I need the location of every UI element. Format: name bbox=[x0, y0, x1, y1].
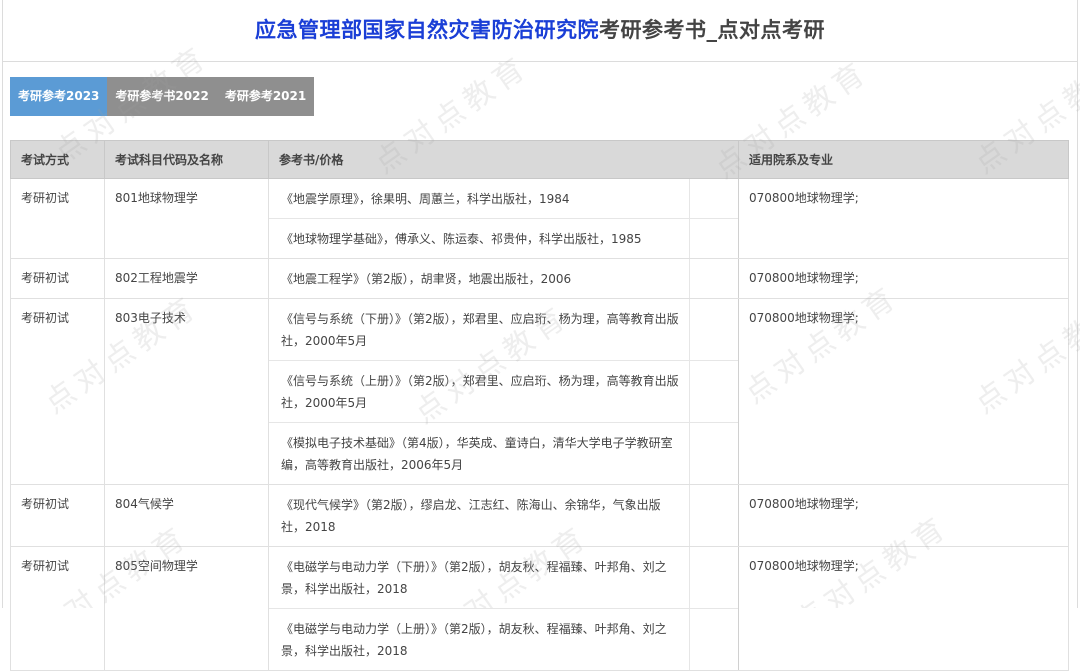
cell-subject: 802工程地震学 bbox=[104, 258, 269, 299]
book-price bbox=[690, 259, 738, 298]
cell-exam-mode: 考研初试 bbox=[10, 178, 105, 259]
cell-major: 070800地球物理学; bbox=[738, 258, 1069, 299]
book-entry: 《信号与系统（下册）》（第2版），郑君里、应启珩、杨为理，高等教育出版社，200… bbox=[269, 299, 738, 361]
book-text: 《电磁学与电动力学（下册）》（第2版），胡友秋、程福臻、叶邦角、刘之景，科学出版… bbox=[269, 547, 690, 608]
book-price bbox=[690, 485, 738, 546]
table-row: 考研初试 803电子技术 《信号与系统（下册）》（第2版），郑君里、应启珩、杨为… bbox=[10, 298, 1069, 485]
cell-exam-mode: 考研初试 bbox=[10, 484, 105, 547]
cell-exam-mode: 考研初试 bbox=[10, 298, 105, 485]
book-text: 《模拟电子技术基础》（第4版），华英成、童诗白，清华大学电子学教研室编，高等教育… bbox=[269, 423, 690, 484]
header-exam-mode: 考试方式 bbox=[10, 140, 105, 179]
cell-major: 070800地球物理学; bbox=[738, 546, 1069, 671]
book-text: 《信号与系统（下册）》（第2版），郑君里、应启珩、杨为理，高等教育出版社，200… bbox=[269, 299, 690, 360]
cell-exam-mode: 考研初试 bbox=[10, 546, 105, 671]
book-entry: 《模拟电子技术基础》（第4版），华英成、童诗白，清华大学电子学教研室编，高等教育… bbox=[269, 423, 738, 484]
table-row: 考研初试 801地球物理学 《地震学原理》，徐果明、周蕙兰，科学出版社，1984… bbox=[10, 178, 1069, 259]
book-text: 《现代气候学》（第2版），缪启龙、江志红、陈海山、余锦华，气象出版社，2018 bbox=[269, 485, 690, 546]
reference-book-table: 考试方式 考试科目代码及名称 参考书/价格 适用院系及专业 考研初试 801地球… bbox=[10, 140, 1069, 671]
book-entry: 《地震学原理》，徐果明、周蕙兰，科学出版社，1984 bbox=[269, 179, 738, 219]
book-price bbox=[690, 299, 738, 360]
title-suffix: 考研参考书_点对点考研 bbox=[599, 18, 825, 42]
table-header-row: 考试方式 考试科目代码及名称 参考书/价格 适用院系及专业 bbox=[10, 140, 1069, 179]
book-entry: 《现代气候学》（第2版），缪启龙、江志红、陈海山、余锦华，气象出版社，2018 bbox=[269, 485, 738, 546]
book-entry: 《地震工程学》（第2版），胡聿贤，地震出版社，2006 bbox=[269, 259, 738, 298]
book-entry: 《信号与系统（上册）》（第2版），郑君里、应启珩、杨为理，高等教育出版社，200… bbox=[269, 361, 738, 423]
book-price bbox=[690, 423, 738, 484]
cell-books: 《地震工程学》（第2版），胡聿贤，地震出版社，2006 bbox=[268, 258, 739, 299]
page-header: 应急管理部国家自然灾害防治研究院考研参考书_点对点考研 bbox=[3, 0, 1077, 62]
book-entry: 《地球物理学基础》，傅承义、陈运泰、祁贵仲，科学出版社，1985 bbox=[269, 219, 738, 258]
cell-major: 070800地球物理学; bbox=[738, 484, 1069, 547]
book-price bbox=[690, 179, 738, 218]
page-title: 应急管理部国家自然灾害防治研究院考研参考书_点对点考研 bbox=[255, 14, 825, 44]
book-text: 《信号与系统（上册）》（第2版），郑君里、应启珩、杨为理，高等教育出版社，200… bbox=[269, 361, 690, 422]
table-row: 考研初试 805空间物理学 《电磁学与电动力学（下册）》（第2版），胡友秋、程福… bbox=[10, 546, 1069, 671]
cell-subject: 801地球物理学 bbox=[104, 178, 269, 259]
cell-books: 《现代气候学》（第2版），缪启龙、江志红、陈海山、余锦华，气象出版社，2018 bbox=[268, 484, 739, 547]
header-books: 参考书/价格 bbox=[268, 140, 739, 179]
cell-subject: 804气候学 bbox=[104, 484, 269, 547]
header-major: 适用院系及专业 bbox=[738, 140, 1069, 179]
book-price bbox=[690, 609, 738, 670]
tab-2021[interactable]: 考研参考2021 bbox=[216, 77, 315, 116]
book-entry: 《电磁学与电动力学（上册）》（第2版），胡友秋、程福臻、叶邦角、刘之景，科学出版… bbox=[269, 609, 738, 670]
title-institution: 应急管理部国家自然灾害防治研究院 bbox=[255, 18, 599, 42]
book-text: 《地震学原理》，徐果明、周蕙兰，科学出版社，1984 bbox=[269, 179, 690, 218]
tab-2022[interactable]: 考研参考书2022 bbox=[107, 77, 217, 116]
book-text: 《电磁学与电动力学（上册）》（第2版），胡友秋、程福臻、叶邦角、刘之景，科学出版… bbox=[269, 609, 690, 670]
cell-subject: 803电子技术 bbox=[104, 298, 269, 485]
table-row: 考研初试 804气候学 《现代气候学》（第2版），缪启龙、江志红、陈海山、余锦华… bbox=[10, 484, 1069, 547]
header-subject: 考试科目代码及名称 bbox=[104, 140, 269, 179]
cell-books: 《地震学原理》，徐果明、周蕙兰，科学出版社，1984 《地球物理学基础》，傅承义… bbox=[268, 178, 739, 259]
book-entry: 《电磁学与电动力学（下册）》（第2版），胡友秋、程福臻、叶邦角、刘之景，科学出版… bbox=[269, 547, 738, 609]
book-price bbox=[690, 219, 738, 258]
tab-2023[interactable]: 考研参考2023 bbox=[10, 77, 108, 116]
book-price bbox=[690, 547, 738, 608]
book-text: 《地球物理学基础》，傅承义、陈运泰、祁贵仲，科学出版社，1985 bbox=[269, 219, 690, 258]
cell-major: 070800地球物理学; bbox=[738, 298, 1069, 485]
book-text: 《地震工程学》（第2版），胡聿贤，地震出版社，2006 bbox=[269, 259, 690, 298]
cell-books: 《电磁学与电动力学（下册）》（第2版），胡友秋、程福臻、叶邦角、刘之景，科学出版… bbox=[268, 546, 739, 671]
book-price bbox=[690, 361, 738, 422]
cell-subject: 805空间物理学 bbox=[104, 546, 269, 671]
cell-major: 070800地球物理学; bbox=[738, 178, 1069, 259]
table-row: 考研初试 802工程地震学 《地震工程学》（第2版），胡聿贤，地震出版社，200… bbox=[10, 258, 1069, 299]
cell-books: 《信号与系统（下册）》（第2版），郑君里、应启珩、杨为理，高等教育出版社，200… bbox=[268, 298, 739, 485]
cell-exam-mode: 考研初试 bbox=[10, 258, 105, 299]
year-tabs: 考研参考2023 考研参考书2022 考研参考2021 bbox=[10, 77, 315, 116]
